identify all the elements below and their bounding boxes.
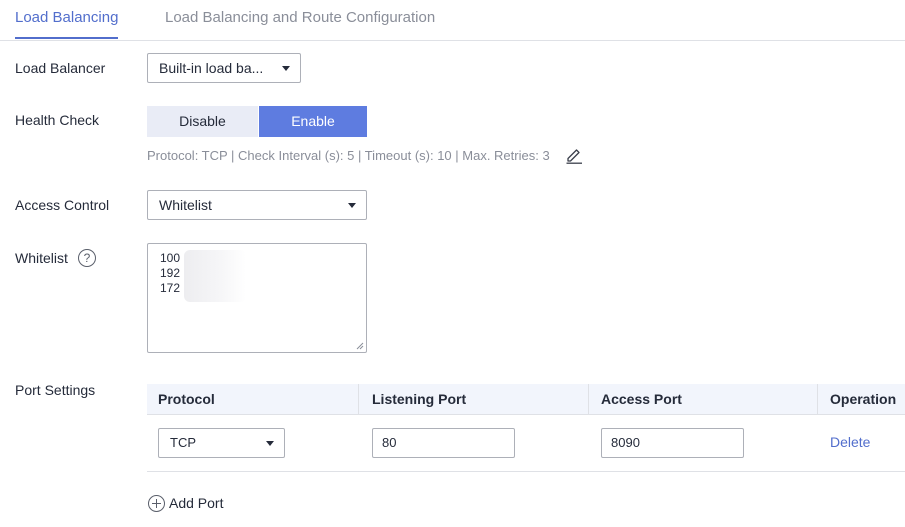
listening-port-input[interactable]: 80 xyxy=(372,428,515,458)
chevron-down-icon xyxy=(282,66,290,71)
load-balancer-select[interactable]: Built-in load ba... xyxy=(147,53,301,83)
column-operation: Operation xyxy=(817,384,896,414)
table-row: TCP 80 8090 Delete xyxy=(147,415,905,472)
chevron-down-icon xyxy=(348,203,356,208)
whitelist-line: 100 xyxy=(160,251,181,265)
add-circle-icon xyxy=(148,495,165,512)
access-control-label: Access Control xyxy=(15,197,110,213)
port-settings-label: Port Settings xyxy=(15,382,96,398)
edit-icon[interactable] xyxy=(565,146,583,164)
tab-bar: Load Balancing Load Balancing and Route … xyxy=(0,0,905,41)
chevron-down-icon xyxy=(266,441,274,446)
access-control-value: Whitelist xyxy=(159,197,212,213)
protocol-value: TCP xyxy=(170,435,196,450)
access-control-select[interactable]: Whitelist xyxy=(147,190,367,220)
whitelist-line: 192 xyxy=(160,266,181,280)
health-check-label: Health Check xyxy=(15,112,100,128)
column-protocol: Protocol xyxy=(158,391,215,407)
tab-load-balancing-route-config[interactable]: Load Balancing and Route Configuration xyxy=(165,9,435,26)
health-check-info: Protocol: TCP | Check Interval (s): 5 | … xyxy=(147,148,550,163)
health-check-enable-button[interactable]: Enable xyxy=(259,106,367,137)
delete-link[interactable]: Delete xyxy=(830,434,870,450)
health-check-disable-button[interactable]: Disable xyxy=(147,106,258,137)
resize-handle-icon[interactable] xyxy=(356,342,364,350)
column-access-port: Access Port xyxy=(588,384,682,414)
load-balancer-value: Built-in load ba... xyxy=(159,60,264,76)
load-balancer-label: Load Balancer xyxy=(15,60,106,76)
protocol-select[interactable]: TCP xyxy=(158,428,285,458)
column-listening-port: Listening Port xyxy=(358,384,466,414)
table-header: Protocol Listening Port Access Port Oper… xyxy=(147,384,905,415)
whitelist-textarea[interactable]: 100 192 172 xyxy=(147,243,367,353)
tab-load-balancing[interactable]: Load Balancing xyxy=(15,9,119,39)
add-port-label: Add Port xyxy=(169,495,224,511)
redaction-blur xyxy=(184,250,246,302)
whitelist-line: 172 xyxy=(160,281,181,295)
whitelist-label: Whitelist xyxy=(15,250,68,266)
access-port-input[interactable]: 8090 xyxy=(601,428,744,458)
help-icon[interactable]: ? xyxy=(78,249,96,267)
